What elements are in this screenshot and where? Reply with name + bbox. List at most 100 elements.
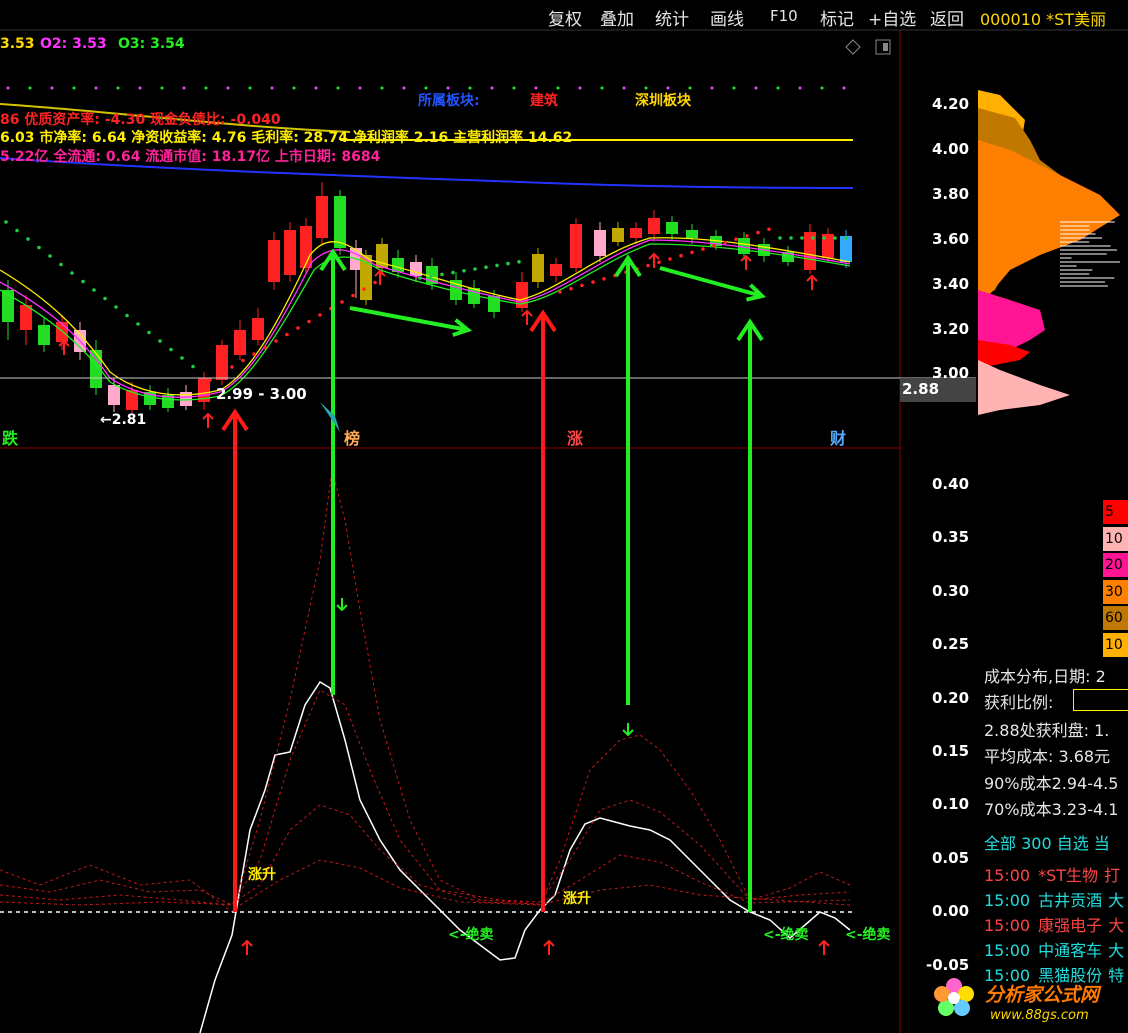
small-buy-icon — [203, 414, 213, 428]
sar-dot — [169, 348, 173, 352]
trend-arrow — [350, 308, 468, 330]
sar-dot — [4, 220, 8, 224]
indicator-tick: 0.10 — [932, 795, 969, 813]
menu-tongji[interactable]: 统计 — [655, 5, 689, 30]
signal-rise-1: 涨升 — [248, 864, 276, 884]
menu-fuquan[interactable]: 复权 — [548, 5, 582, 30]
menu-add-favorite[interactable]: +自选 — [868, 5, 916, 30]
sar-dot — [679, 254, 683, 258]
candle-body — [268, 240, 280, 282]
small-buy-icon — [242, 941, 252, 955]
sar-dot — [125, 314, 129, 318]
ohlc-o2: O2: 3.53 — [40, 36, 107, 52]
menu-biaoji[interactable]: 标记 — [820, 5, 854, 30]
fund-line-3: 5.22亿 全流通: 0.64 流通市值: 18.17亿 上市日期: 8684 — [0, 146, 380, 166]
sar-dot — [241, 359, 245, 363]
indicator-tick: 0.35 — [932, 528, 969, 546]
menu-back[interactable]: 返回 — [930, 5, 964, 30]
sar-dot — [517, 260, 521, 264]
signal-sell-2: <-绝卖 — [763, 924, 809, 944]
dot — [161, 87, 164, 90]
dot — [403, 87, 406, 90]
list-name: 康强电子 — [1038, 916, 1102, 935]
indicator-tick: 0.00 — [932, 902, 969, 920]
fund-line-1: 86 优质资产率: -4.30 现金负债比: -0.040 — [0, 109, 281, 129]
trend-arrow — [660, 268, 762, 296]
dot — [821, 87, 824, 90]
sar-dot — [756, 231, 760, 235]
small-buy-icon — [819, 941, 829, 955]
sar-dot — [495, 264, 499, 268]
legend-swatch: 5 — [1103, 500, 1128, 524]
range-label: 2.99 - 3.00 — [216, 385, 307, 403]
indicator-band — [0, 805, 850, 905]
sar-dot — [506, 262, 510, 266]
ohlc-o3: O3: 3.54 — [118, 36, 185, 52]
sar-dot — [263, 346, 267, 350]
menu-f10[interactable]: F10 — [770, 7, 798, 25]
profit-at-price: 2.88处获利盘: 1. — [984, 717, 1109, 741]
menu-diejia[interactable]: 叠加 — [600, 5, 634, 30]
dot — [29, 87, 32, 90]
sar-dot — [767, 228, 771, 232]
list-item[interactable]: 15:00 康强电子大 — [984, 912, 1124, 936]
indicator-tick: 0.05 — [932, 849, 969, 867]
sar-dot — [114, 305, 118, 309]
sar-dot — [734, 237, 738, 241]
candle-body — [316, 196, 328, 238]
list-item[interactable]: 15:00 古井贡酒大 — [984, 887, 1124, 911]
sar-dot — [351, 294, 355, 298]
sar-dot — [340, 300, 344, 304]
candle-body — [550, 264, 562, 276]
dot — [227, 87, 230, 90]
indicator-band — [0, 690, 850, 905]
list-extra: 打 — [1104, 866, 1120, 885]
sar-dot — [362, 287, 366, 291]
sar-dot — [307, 320, 311, 324]
sar-dot — [296, 326, 300, 330]
menu-huaxian[interactable]: 画线 — [710, 5, 744, 30]
dot — [623, 87, 626, 90]
sar-dot — [451, 271, 455, 275]
dot — [601, 87, 604, 90]
dot — [579, 87, 582, 90]
candle-body — [570, 224, 582, 268]
ohlc-o1: 3.53 — [0, 36, 35, 52]
list-tabs[interactable]: 全部 300 自选 当 — [984, 830, 1110, 854]
candle-body — [648, 218, 660, 234]
sector-region: 深圳板块 — [635, 90, 691, 110]
sar-dot — [230, 365, 234, 369]
list-item[interactable]: 15:00 中通客车大 — [984, 937, 1124, 961]
price-tick: 3.80 — [932, 185, 969, 203]
list-time: 15:00 — [984, 941, 1030, 960]
cost-90: 90%成本2.94-4.5 — [984, 770, 1118, 794]
sar-dot — [70, 271, 74, 275]
dot — [799, 87, 802, 90]
list-item[interactable]: 15:00 *ST生物打 — [984, 862, 1120, 886]
dot — [733, 87, 736, 90]
sar-dot — [701, 247, 705, 251]
indicator-band — [0, 470, 850, 912]
cost-distribution — [978, 90, 1120, 415]
panel-toggle-icon-fill — [883, 43, 888, 51]
diamond-icon[interactable] — [846, 40, 860, 54]
price-tick: 4.00 — [932, 140, 969, 158]
indicator-tick: -0.05 — [926, 956, 969, 974]
dot — [711, 87, 714, 90]
cost-band — [978, 360, 1070, 415]
sar-dot — [569, 287, 573, 291]
sar-dot — [712, 244, 716, 248]
dot — [205, 87, 208, 90]
dot — [381, 87, 384, 90]
dot — [843, 87, 846, 90]
sar-dot — [418, 276, 422, 280]
dot — [117, 87, 120, 90]
small-buy-icon — [741, 256, 751, 270]
sar-dot — [274, 339, 278, 343]
candle-body — [840, 236, 852, 262]
legend-swatch: 30 — [1103, 580, 1128, 604]
list-extra: 大 — [1108, 941, 1124, 960]
sar-dot — [103, 297, 107, 301]
watermark-text: 分析家公式网 — [985, 980, 1099, 1007]
watermark-url: www.88gs.com — [990, 1008, 1089, 1023]
